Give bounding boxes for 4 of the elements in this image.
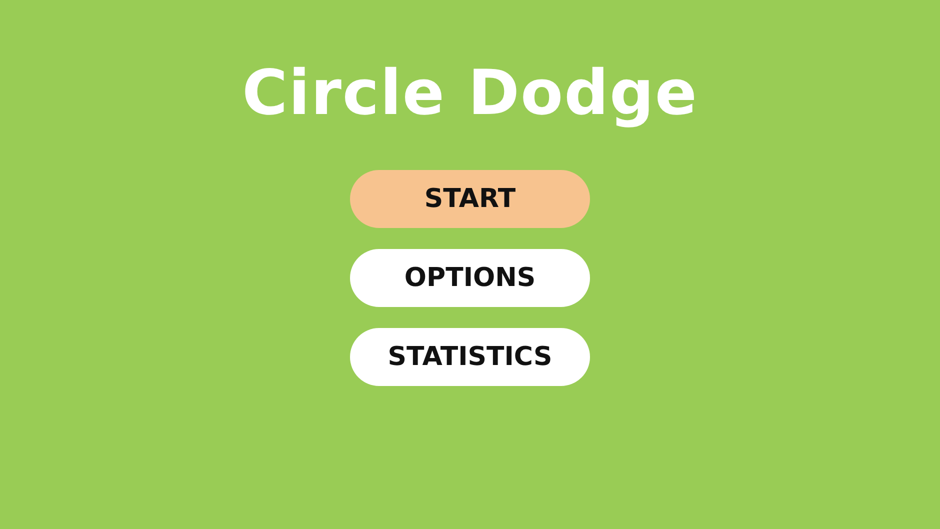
menu-button[interactable]: START xyxy=(350,170,590,228)
game-title: Circle Dodge xyxy=(242,58,698,128)
menu-button[interactable]: OPTIONS xyxy=(350,249,590,307)
menu-button[interactable]: STATISTICS xyxy=(350,328,590,386)
